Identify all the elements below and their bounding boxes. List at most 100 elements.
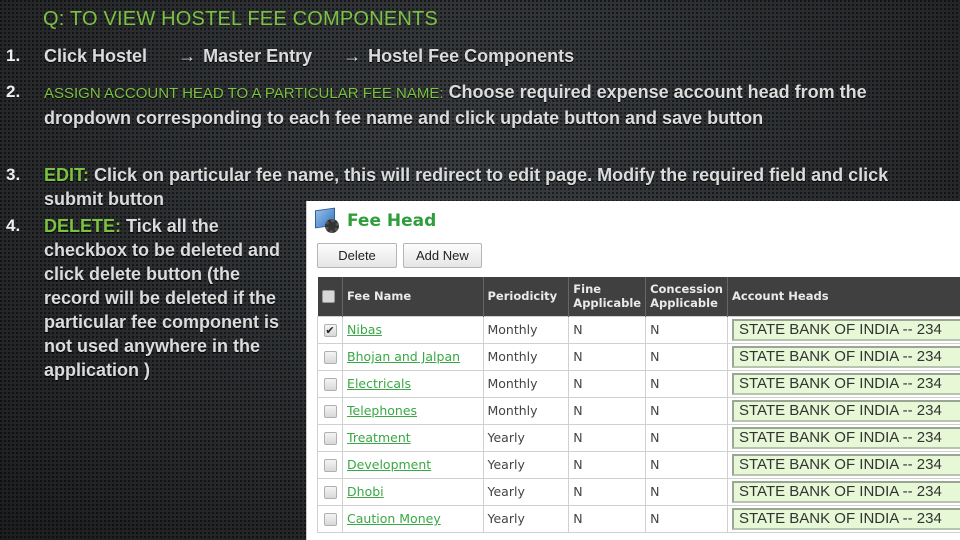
concession-applicable-cell: N xyxy=(645,315,728,344)
fine-applicable-cell: N xyxy=(568,504,647,533)
row-checkbox[interactable] xyxy=(323,513,337,526)
account-head-cell: STATE BANK OF INDIA -- 234 xyxy=(727,450,960,479)
account-head-dropdown[interactable]: STATE BANK OF INDIA -- 234 xyxy=(732,399,960,422)
row-checkbox[interactable] xyxy=(323,405,337,418)
select-all-header xyxy=(317,277,344,316)
fine-applicable-cell: N xyxy=(568,342,647,371)
account-head-dropdown[interactable]: STATE BANK OF INDIA -- 234 xyxy=(732,345,960,368)
fine-applicable-cell: N xyxy=(568,477,647,506)
table-row: ✔ Nibas Monthly N N STATE BANK OF INDIA -- 23… xyxy=(316,315,960,344)
path-hostel: Click Hostel xyxy=(44,46,148,66)
delete-button[interactable]: Delete xyxy=(317,243,397,268)
fee-name-cell: Development xyxy=(342,450,484,479)
fee-name-cell: Caution Money xyxy=(342,504,484,533)
toolbar: Delete Add New xyxy=(317,243,482,268)
fee-name-link[interactable]: Electricals xyxy=(347,376,411,391)
account-head-cell: STATE BANK OF INDIA -- 234 xyxy=(727,342,960,371)
fee-name-cell: Telephones xyxy=(342,396,484,425)
panel-header: Fee Head xyxy=(313,206,436,236)
settings-monitor-icon xyxy=(313,207,341,235)
select-all-checkbox[interactable] xyxy=(321,290,335,304)
concession-applicable-cell: N xyxy=(645,369,728,398)
periodicity-cell: Monthly xyxy=(482,342,570,371)
step-1: 1. Click Hostel → Master Entry → Hostel … xyxy=(6,44,906,68)
row-checkbox[interactable]: ✔ xyxy=(323,324,337,337)
account-head-cell: STATE BANK OF INDIA -- 234 xyxy=(727,396,960,425)
step-heading: DELETE: xyxy=(44,216,122,236)
account-head-dropdown[interactable]: STATE BANK OF INDIA -- 234 xyxy=(732,480,960,503)
periodicity-cell: Yearly xyxy=(482,504,570,533)
concession-applicable-cell: N xyxy=(645,342,728,371)
account-head-dropdown[interactable]: STATE BANK OF INDIA -- 234 xyxy=(732,426,960,449)
step-number: 2. xyxy=(6,82,21,101)
fee-name-link[interactable]: Treatment xyxy=(347,430,411,445)
periodicity-cell: Yearly xyxy=(482,477,570,506)
step-heading: Assign Account Head To a Particular Fee … xyxy=(44,85,444,102)
account-head-dropdown[interactable]: STATE BANK OF INDIA -- 234 xyxy=(732,372,960,395)
fee-name-cell: Bhojan and Jalpan xyxy=(342,342,484,371)
fine-applicable-cell: N xyxy=(568,396,647,425)
fee-name-link[interactable]: Dhobi xyxy=(347,484,384,499)
account-head-dropdown[interactable]: STATE BANK OF INDIA -- 234 xyxy=(732,318,960,341)
table-row: Dhobi Yearly N N STATE BANK OF INDIA -- 234 xyxy=(316,477,960,506)
table-row: Development Yearly N N STATE BANK OF INDIA -… xyxy=(316,450,960,479)
fee-name-link[interactable]: Nibas xyxy=(347,322,382,337)
arrow-icon: → xyxy=(343,46,362,66)
fee-name-link[interactable]: Bhojan and Jalpan xyxy=(347,349,460,364)
periodicity-cell: Monthly xyxy=(482,315,570,344)
step-number: 1. xyxy=(6,46,21,65)
row-checkbox[interactable] xyxy=(323,459,337,472)
account-head-cell: STATE BANK OF INDIA -- 234 xyxy=(727,477,960,506)
header-fine-applicable: Fine Applicable xyxy=(568,277,647,316)
fee-name-link[interactable]: Development xyxy=(347,457,431,472)
fee-name-cell: Dhobi xyxy=(342,477,484,506)
step-text: Tick all the checkbox to be deleted and … xyxy=(44,216,281,380)
arrow-icon: → xyxy=(178,46,197,66)
concession-applicable-cell: N xyxy=(645,423,728,452)
fee-name-cell: Electricals xyxy=(342,369,484,398)
row-select-cell: ✔ xyxy=(316,315,344,344)
account-head-dropdown[interactable]: STATE BANK OF INDIA -- 234 xyxy=(732,507,960,530)
row-checkbox[interactable] xyxy=(323,432,337,445)
periodicity-cell: Monthly xyxy=(482,396,570,425)
periodicity-cell: Monthly xyxy=(482,369,570,398)
row-select-cell xyxy=(316,450,344,479)
fine-applicable-cell: N xyxy=(568,369,647,398)
header-periodicity: Periodicity xyxy=(483,277,570,316)
path-master-entry: Master Entry xyxy=(203,46,313,66)
fine-applicable-cell: N xyxy=(568,423,647,452)
periodicity-cell: Yearly xyxy=(482,450,570,479)
account-head-dropdown[interactable]: STATE BANK OF INDIA -- 234 xyxy=(732,453,960,476)
panel-title: Fee Head xyxy=(347,211,437,231)
header-fee-name: Fee Name xyxy=(342,277,484,316)
step-number: 4. xyxy=(6,216,21,235)
row-checkbox[interactable] xyxy=(323,378,337,391)
row-checkbox[interactable] xyxy=(323,486,337,499)
concession-applicable-cell: N xyxy=(645,396,728,425)
account-head-cell: STATE BANK OF INDIA -- 234 xyxy=(727,423,960,452)
table-row: Treatment Yearly N N STATE BANK OF INDIA -- … xyxy=(316,423,960,452)
step-number: 3. xyxy=(6,165,21,184)
fee-name-link[interactable]: Telephones xyxy=(347,403,417,418)
fine-applicable-cell: N xyxy=(568,315,647,344)
row-select-cell xyxy=(316,504,344,533)
account-head-cell: STATE BANK OF INDIA -- 234 xyxy=(727,315,960,344)
fee-name-cell: Nibas xyxy=(342,315,484,344)
table-row: Caution Money Yearly N N STATE BANK OF INDIA… xyxy=(316,504,960,533)
add-new-button[interactable]: Add New xyxy=(403,243,482,268)
step-4: 4. DELETE: Tick all the checkbox to be d… xyxy=(6,214,296,382)
account-head-cell: STATE BANK OF INDIA -- 234 xyxy=(727,504,960,533)
row-select-cell xyxy=(316,477,344,506)
slide-title: Q: TO VIEW HOSTEL FEE COMPONENTS xyxy=(43,8,438,30)
row-checkbox[interactable] xyxy=(323,351,337,364)
concession-applicable-cell: N xyxy=(645,477,728,506)
header-concession-applicable: Concession Applicable xyxy=(645,277,728,316)
row-select-cell xyxy=(316,396,344,425)
periodicity-cell: Yearly xyxy=(482,423,570,452)
row-select-cell xyxy=(316,423,344,452)
concession-applicable-cell: N xyxy=(645,450,728,479)
fee-name-link[interactable]: Caution Money xyxy=(347,511,441,526)
fine-applicable-cell: N xyxy=(568,450,647,479)
path-hostel-fee-components: Hostel Fee Components xyxy=(368,46,575,66)
table-header-row: Fee Name Periodicity Fine Applicable Con… xyxy=(317,277,960,316)
